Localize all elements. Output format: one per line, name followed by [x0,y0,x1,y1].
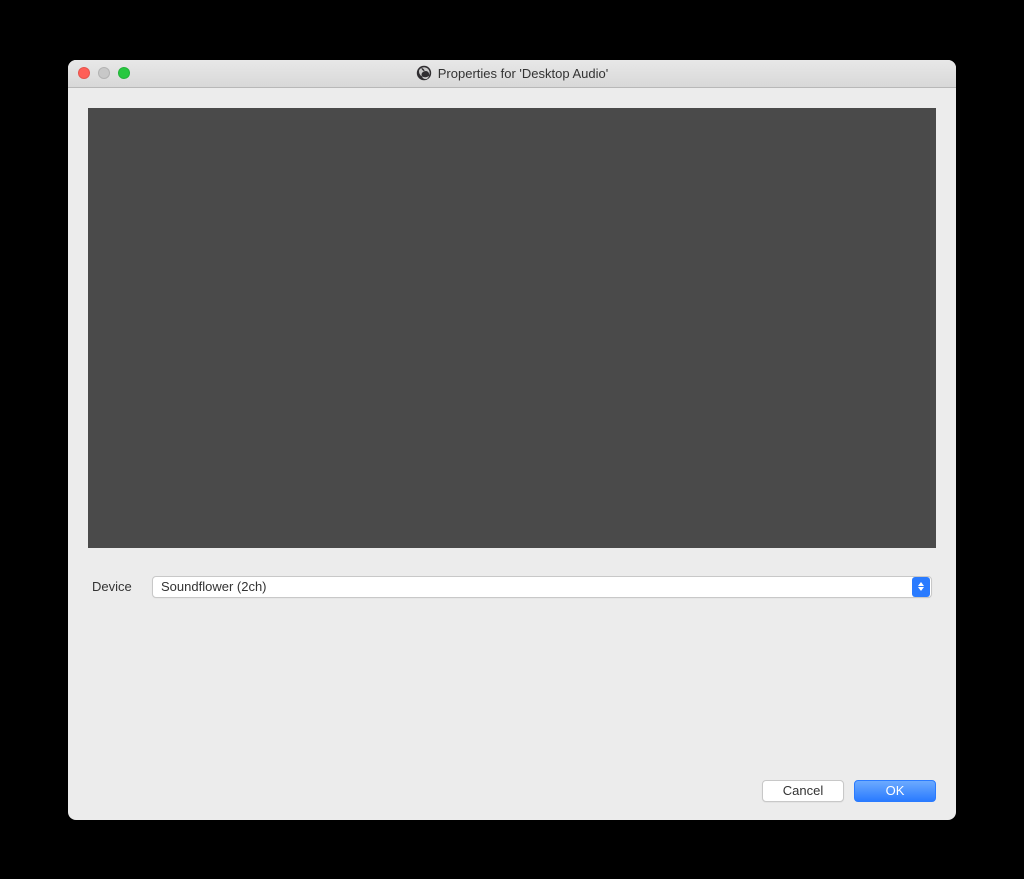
traffic-lights [78,67,130,79]
properties-window: Properties for 'Desktop Audio' Device So… [68,60,956,820]
device-select[interactable]: Soundflower (2ch) [152,576,932,598]
spacer [88,598,936,780]
device-select-value: Soundflower (2ch) [153,579,912,594]
stepper-arrows-icon [912,577,930,597]
minimize-button [98,67,110,79]
obs-icon [416,65,432,81]
cancel-button[interactable]: Cancel [762,780,844,802]
device-row: Device Soundflower (2ch) [88,576,936,598]
window-title: Properties for 'Desktop Audio' [438,66,608,81]
device-label: Device [92,579,138,594]
title-area: Properties for 'Desktop Audio' [76,65,948,81]
content-area: Device Soundflower (2ch) Cancel OK [68,88,956,820]
preview-area [88,108,936,548]
ok-button[interactable]: OK [854,780,936,802]
titlebar[interactable]: Properties for 'Desktop Audio' [68,60,956,88]
close-button[interactable] [78,67,90,79]
button-row: Cancel OK [88,780,936,806]
zoom-button[interactable] [118,67,130,79]
